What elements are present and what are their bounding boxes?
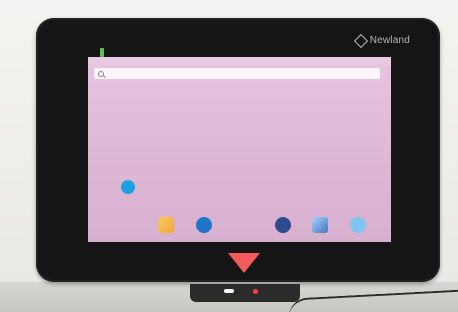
- status-bar: [88, 57, 391, 65]
- browser-icon[interactable]: [196, 217, 212, 233]
- red-triangle-indicator: [228, 253, 260, 273]
- app-dock: [88, 211, 391, 242]
- status-led: [100, 48, 104, 57]
- music-icon[interactable]: [350, 217, 366, 233]
- search-bar[interactable]: [94, 68, 380, 79]
- photo-scene: Newland: [0, 0, 458, 312]
- newland-logo-icon: [353, 33, 368, 48]
- device-screen[interactable]: [88, 57, 391, 242]
- device-base: [190, 284, 300, 302]
- brand-logo: Newland: [353, 33, 410, 48]
- camera-icon[interactable]: [275, 217, 291, 233]
- brand-text: Newland: [369, 35, 410, 46]
- gallery-icon[interactable]: [312, 217, 328, 233]
- email-icon[interactable]: [158, 217, 174, 233]
- scanner-light: [224, 289, 234, 293]
- search-icon[interactable]: [98, 70, 104, 77]
- red-indicator-light: [253, 289, 258, 294]
- contacts-icon[interactable]: [121, 180, 135, 194]
